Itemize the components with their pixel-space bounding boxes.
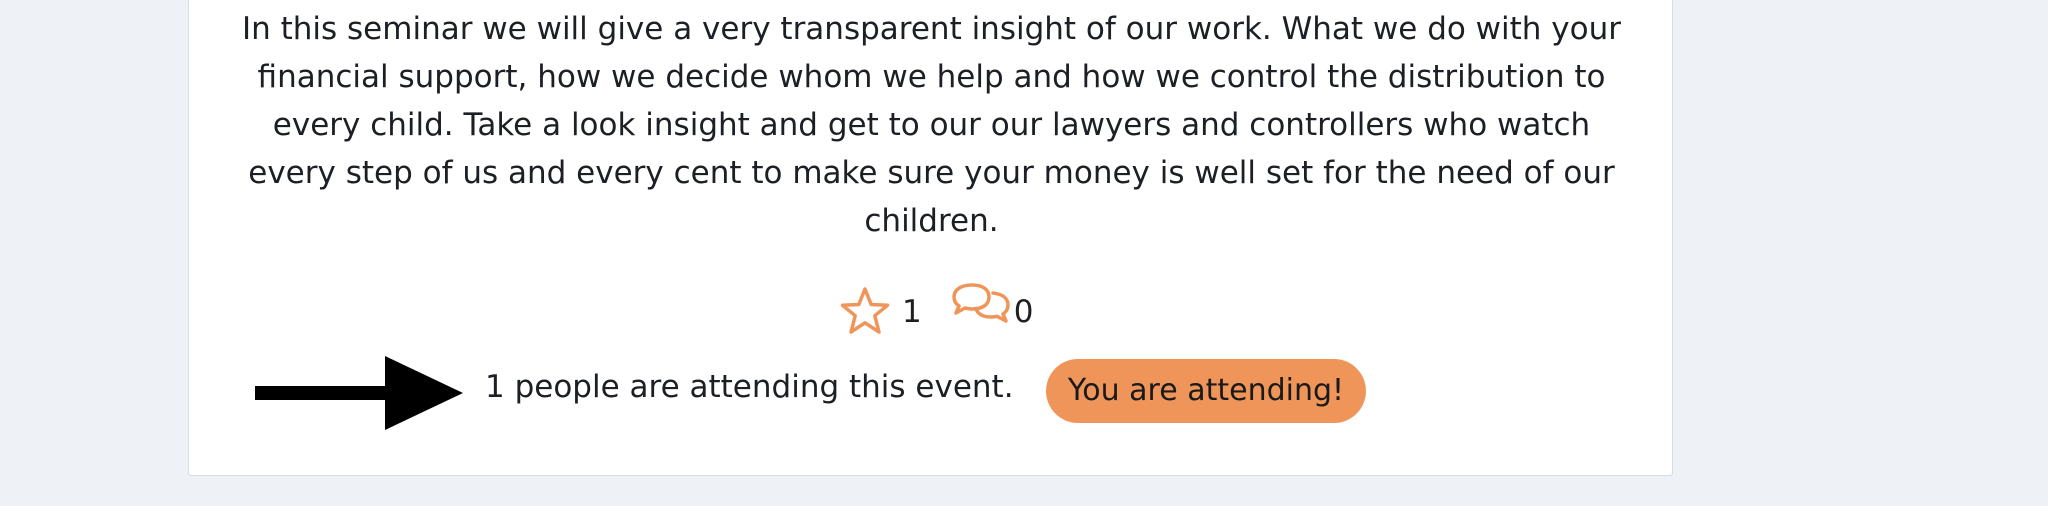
comments-icon[interactable]: [946, 281, 1010, 343]
event-card: In this seminar we will give a very tran…: [188, 0, 1673, 476]
attend-button[interactable]: You are attending!: [1046, 359, 1366, 423]
event-description: In this seminar we will give a very tran…: [241, 11, 1622, 239]
event-stats: 1 0: [834, 281, 1033, 343]
star-icon[interactable]: [834, 281, 896, 343]
stars-count: 1: [902, 294, 922, 330]
comments-count: 0: [1013, 294, 1034, 330]
arrow-right-icon: [255, 356, 463, 430]
attendance-count-text: 1 people are attending this event.: [485, 369, 1014, 405]
